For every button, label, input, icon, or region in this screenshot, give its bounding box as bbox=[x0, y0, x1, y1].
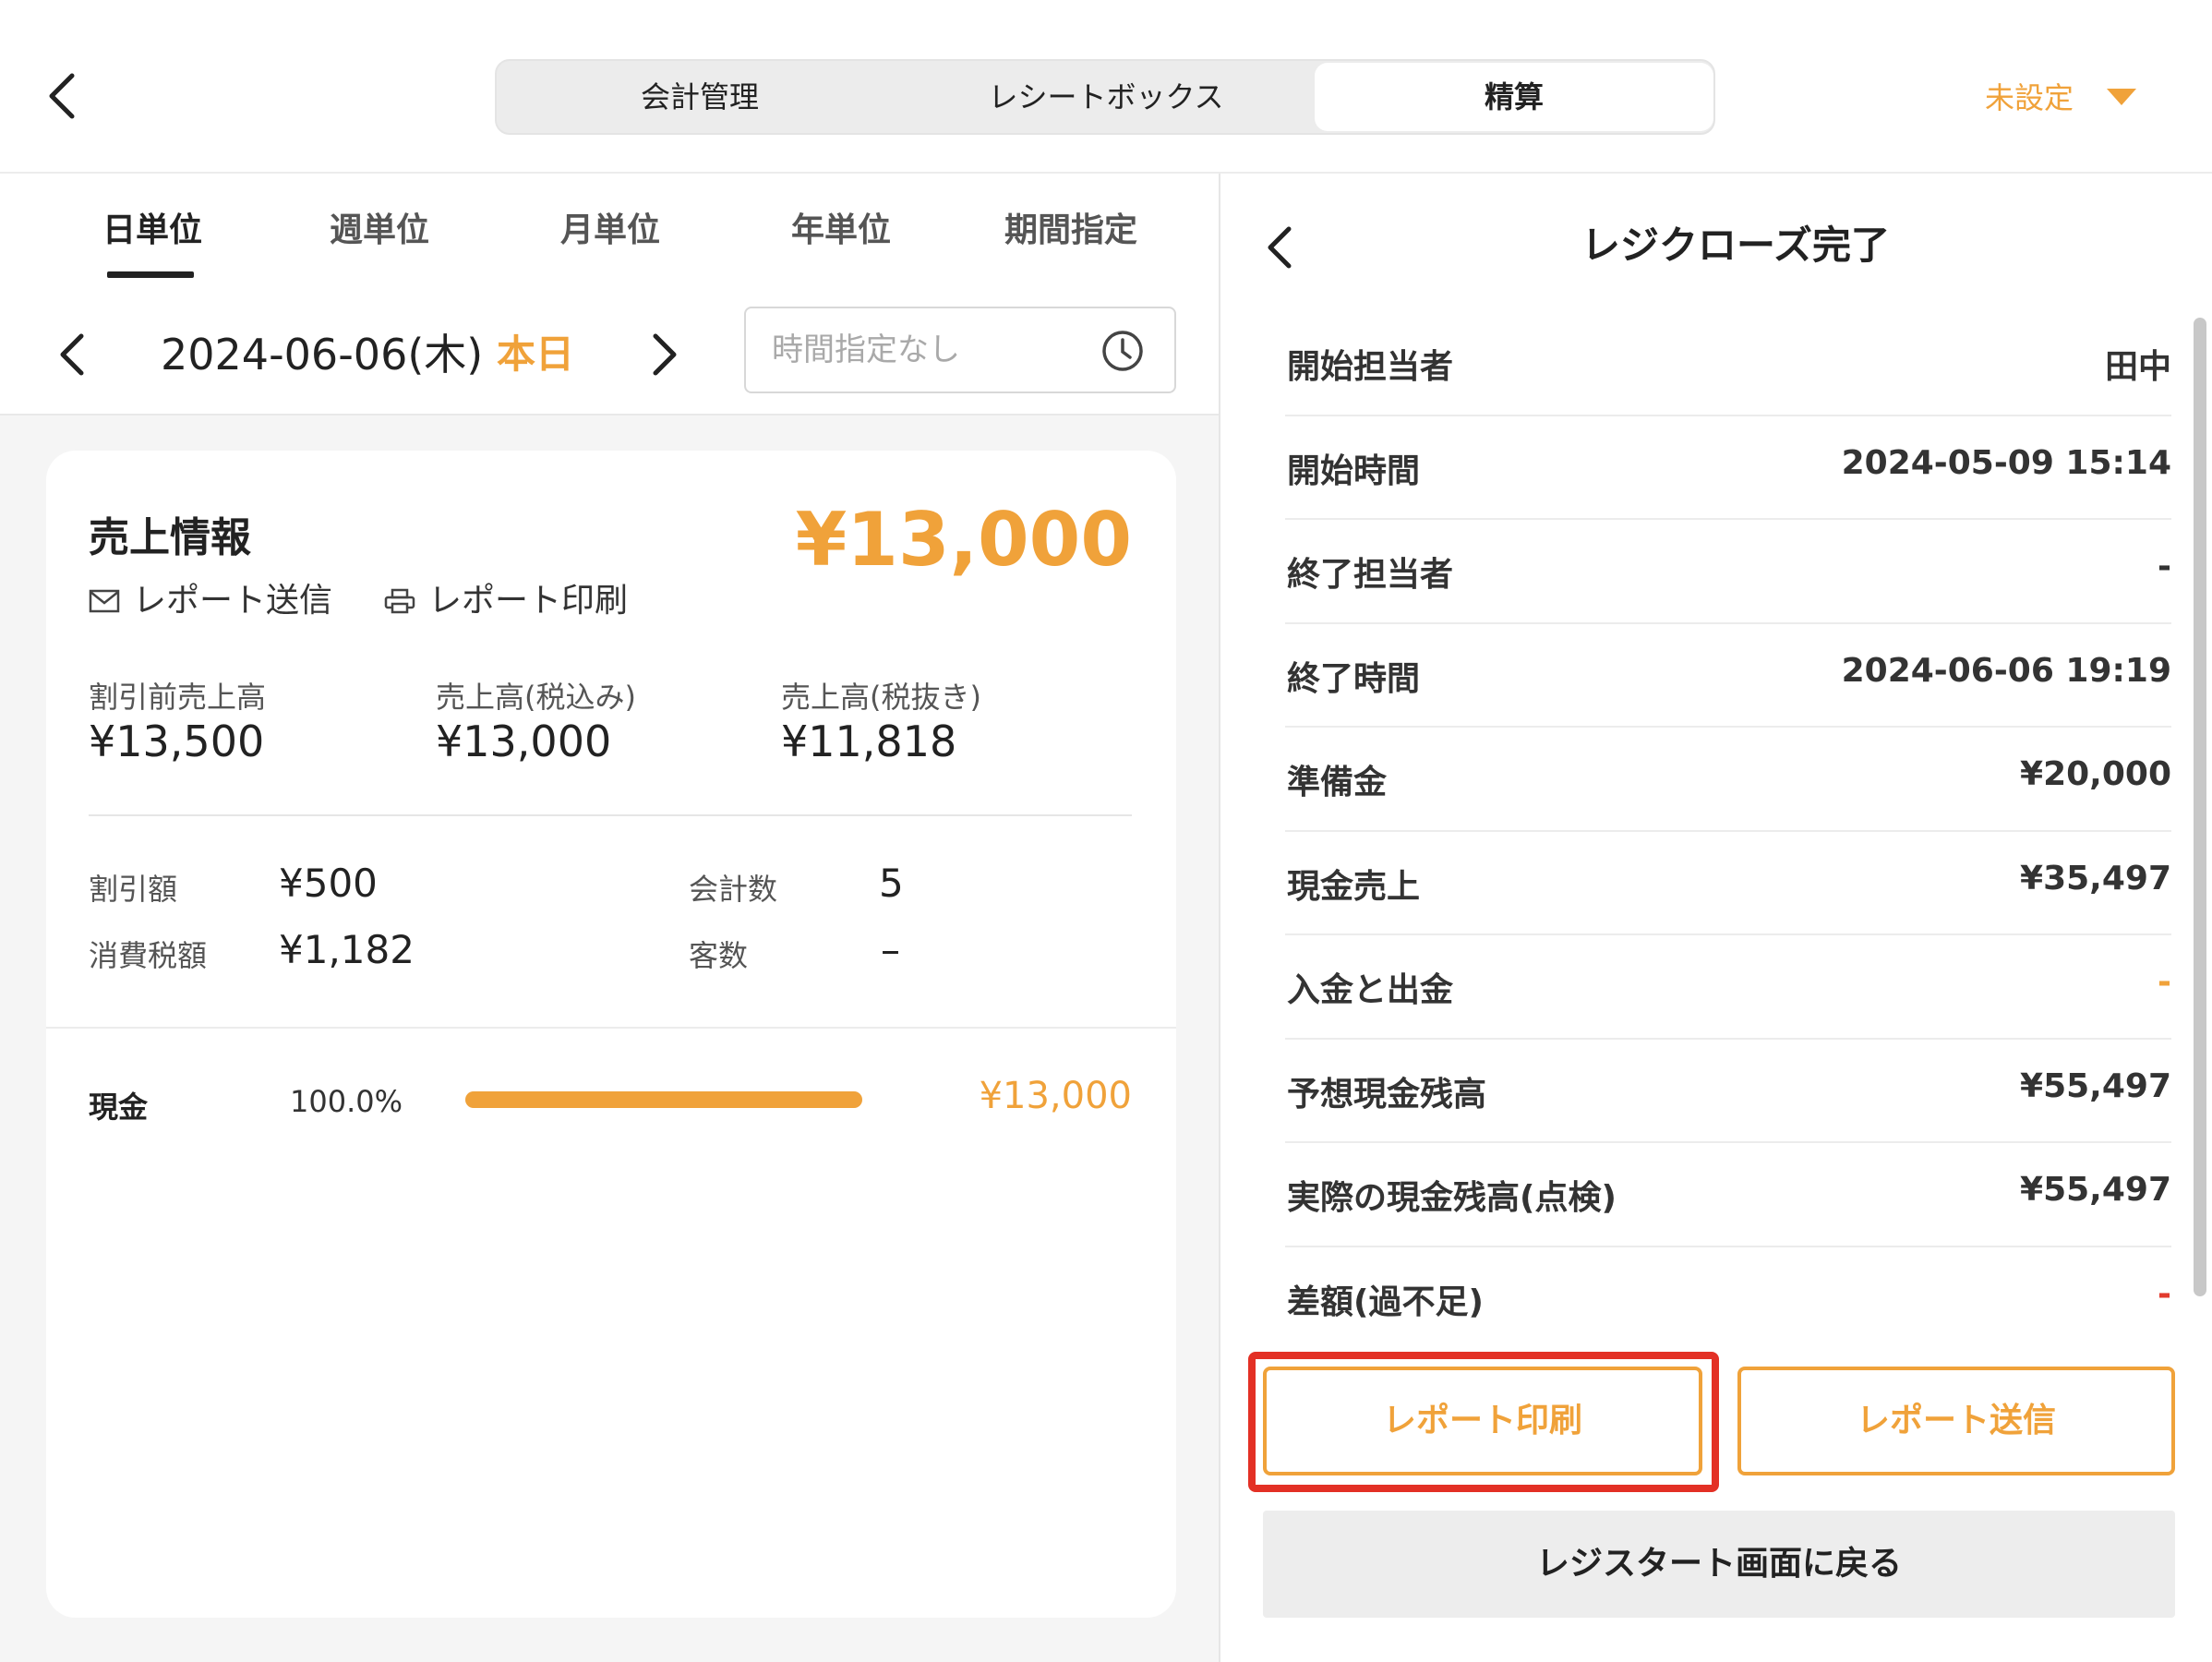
sales-info-title: 売上情報 bbox=[89, 514, 251, 561]
row-value: 2024-05-09 15:14 bbox=[1841, 443, 2171, 482]
list-item: 実際の現金残高(点検) ¥55,497 bbox=[1285, 1143, 2171, 1247]
sales-total: ¥13,000 bbox=[795, 497, 1132, 583]
clock-icon bbox=[1102, 331, 1143, 371]
sales-excl-tax-label: 売上高(税抜き) bbox=[781, 680, 981, 715]
panel-title: レジクローズ完了 bbox=[1581, 223, 1890, 268]
caret-down-icon[interactable] bbox=[2107, 89, 2136, 105]
tax-value: ¥1,182 bbox=[279, 927, 415, 972]
mail-icon bbox=[89, 589, 120, 613]
period-tab-custom[interactable]: 期間指定 bbox=[997, 203, 1145, 259]
sales-info-card: 売上情報 ¥13,000 レポート送信 レポート印刷 割引前売上高 ¥13,50… bbox=[46, 451, 1176, 1618]
row-value: - bbox=[2158, 548, 2171, 585]
row-value: 2024-06-06 19:19 bbox=[1841, 651, 2171, 690]
row-label: 入金と出金 bbox=[1287, 971, 1454, 1009]
active-tab-underline bbox=[107, 271, 194, 278]
list-item: 開始時間 2024-05-09 15:14 bbox=[1285, 416, 2171, 520]
list-item: 準備金 ¥20,000 bbox=[1285, 728, 2171, 832]
period-tab-day[interactable]: 日単位 bbox=[92, 203, 212, 259]
sales-excl-tax-value: ¥11,818 bbox=[781, 717, 957, 766]
row-label: 開始時間 bbox=[1287, 452, 1421, 490]
row-value: ¥55,497 bbox=[2020, 1171, 2171, 1209]
gross-sales-label: 割引前売上高 bbox=[89, 680, 267, 715]
discount-value: ¥500 bbox=[279, 861, 378, 906]
transaction-count-label: 会計数 bbox=[689, 872, 778, 907]
period-tab-year[interactable]: 年単位 bbox=[781, 203, 901, 259]
row-label: 実際の現金残高(点検) bbox=[1287, 1179, 1617, 1217]
printer-icon bbox=[384, 588, 415, 614]
list-item: 終了時間 2024-06-06 19:19 bbox=[1285, 624, 2171, 728]
row-label: 準備金 bbox=[1287, 764, 1388, 801]
gross-sales-value: ¥13,500 bbox=[89, 717, 265, 766]
register-close-panel: レジクローズ完了 開始担当者 田中 開始時間 2024-05-09 15:14 … bbox=[1222, 174, 2212, 1662]
current-date: 2024-06-06(木) bbox=[161, 330, 484, 379]
time-filter-field[interactable]: 時間指定なし bbox=[744, 307, 1176, 393]
print-report-label: レポート印刷 bbox=[428, 582, 629, 620]
sales-incl-tax-value: ¥13,000 bbox=[436, 717, 612, 766]
chevron-left-icon[interactable] bbox=[55, 327, 89, 382]
row-label: 現金売上 bbox=[1287, 867, 1421, 906]
row-label: 差額(過不足) bbox=[1287, 1283, 1484, 1321]
period-tab-month[interactable]: 月単位 bbox=[550, 203, 670, 259]
divider bbox=[89, 814, 1132, 816]
customer-count-label: 客数 bbox=[689, 938, 749, 973]
tab-accounting[interactable]: 会計管理 bbox=[497, 61, 903, 133]
tax-label: 消費税額 bbox=[89, 938, 208, 973]
send-report-button[interactable]: レポート送信 bbox=[1737, 1367, 2175, 1475]
time-filter-placeholder: 時間指定なし bbox=[772, 331, 960, 368]
period-tab-week[interactable]: 週単位 bbox=[319, 203, 439, 259]
divider bbox=[46, 1027, 1176, 1029]
list-item: 差額(過不足) - bbox=[1285, 1247, 2171, 1352]
sales-incl-tax-label: 売上高(税込み) bbox=[436, 680, 636, 715]
list-item: 開始担当者 田中 bbox=[1285, 312, 2171, 416]
top-bar: 会計管理 レシートボックス 精算 未設定 bbox=[0, 0, 2212, 174]
payment-method-label: 現金 bbox=[89, 1090, 149, 1125]
payment-percent: 100.0% bbox=[290, 1084, 403, 1119]
scrollbar[interactable] bbox=[2194, 318, 2206, 1296]
row-value: ¥20,000 bbox=[2020, 755, 2171, 793]
list-item: 終了担当者 - bbox=[1285, 520, 2171, 624]
sales-panel: 日単位 週単位 月単位 年単位 期間指定 2024-06-06(木) 本日 時間… bbox=[0, 174, 1220, 1662]
row-label: 終了担当者 bbox=[1287, 556, 1454, 594]
payment-progress-track bbox=[465, 1091, 862, 1108]
row-label: 終了時間 bbox=[1287, 659, 1421, 698]
row-label: 予想現金残高 bbox=[1287, 1075, 1487, 1114]
row-label: 開始担当者 bbox=[1287, 348, 1454, 386]
row-value: 田中 bbox=[2104, 348, 2171, 386]
chevron-right-icon[interactable] bbox=[648, 327, 681, 382]
payment-amount: ¥13,000 bbox=[979, 1075, 1132, 1117]
back-to-register-start-button[interactable]: レジスタート画面に戻る bbox=[1263, 1511, 2175, 1618]
list-item: 予想現金残高 ¥55,497 bbox=[1285, 1040, 2171, 1143]
tab-receipt-box[interactable]: レシートボックス bbox=[903, 61, 1309, 133]
list-item: 現金売上 ¥35,497 bbox=[1285, 832, 2171, 935]
transaction-count-value: 5 bbox=[879, 861, 904, 906]
back-arrow-icon[interactable] bbox=[44, 68, 81, 124]
store-selector[interactable]: 未設定 bbox=[1985, 76, 2074, 120]
main-tab-bar: 会計管理 レシートボックス 精算 bbox=[495, 59, 1715, 135]
payment-progress-fill bbox=[465, 1091, 862, 1108]
print-report-button[interactable]: レポート印刷 bbox=[1263, 1367, 1702, 1475]
send-report-link[interactable]: レポート送信 bbox=[89, 578, 366, 624]
row-value: - bbox=[2158, 1274, 2171, 1313]
close-summary-list: 開始担当者 田中 開始時間 2024-05-09 15:14 終了担当者 - 終… bbox=[1285, 312, 2171, 1351]
list-item: 入金と出金 - bbox=[1285, 935, 2171, 1040]
row-value: ¥35,497 bbox=[2020, 859, 2171, 897]
period-header: 日単位 週単位 月単位 年単位 期間指定 2024-06-06(木) 本日 時間… bbox=[0, 174, 1219, 416]
discount-label: 割引額 bbox=[89, 872, 178, 907]
today-label: 本日 bbox=[497, 331, 575, 377]
send-report-label: レポート送信 bbox=[133, 582, 333, 620]
print-report-link[interactable]: レポート印刷 bbox=[384, 578, 661, 624]
row-value: ¥55,497 bbox=[2020, 1066, 2171, 1105]
row-value: - bbox=[2158, 963, 2171, 1001]
tab-settlement[interactable]: 精算 bbox=[1315, 63, 1713, 131]
customer-count-value: – bbox=[881, 927, 900, 972]
